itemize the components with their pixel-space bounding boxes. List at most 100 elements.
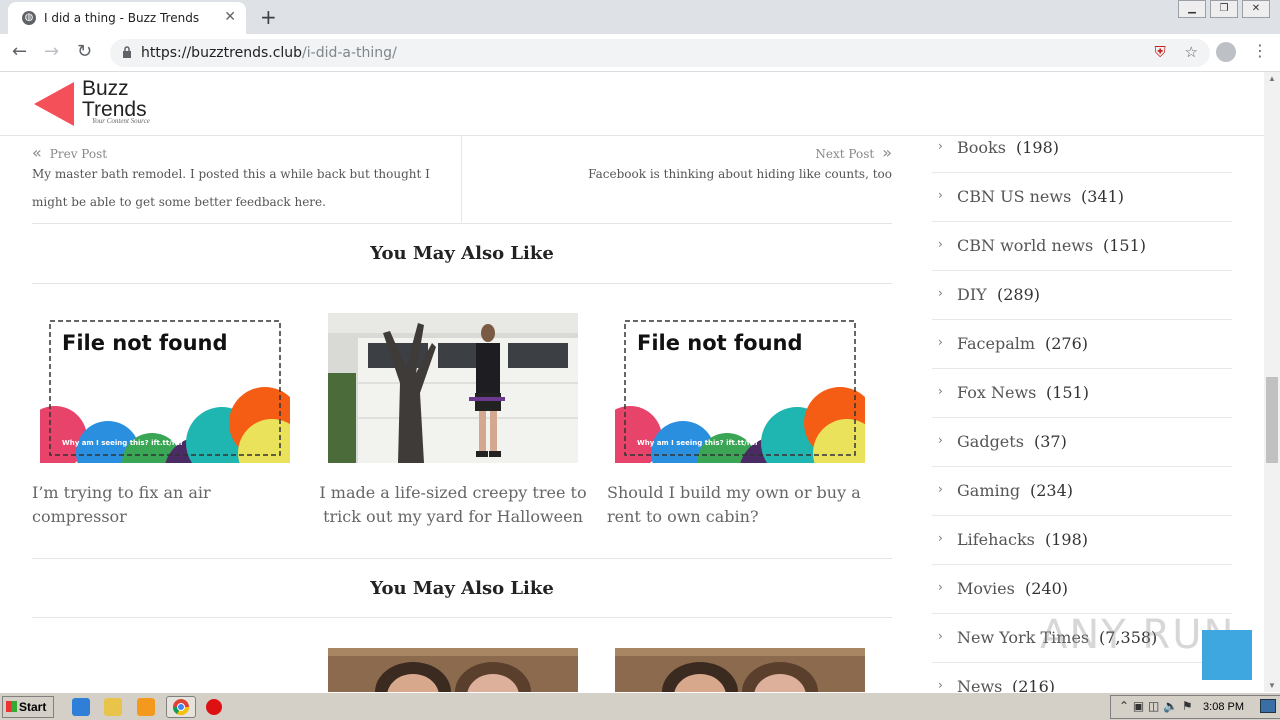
category-name[interactable]: DIY bbox=[957, 285, 987, 304]
category-count: (240) bbox=[1025, 579, 1069, 598]
file-not-found-subtext: Why am I seeing this? ift.tt/fnf bbox=[62, 439, 183, 447]
close-window-button[interactable]: ✕ bbox=[1242, 0, 1270, 18]
shield-icon[interactable]: ⛨ bbox=[1155, 43, 1166, 61]
next-post-title[interactable]: Facebook is thinking about hiding like c… bbox=[588, 160, 892, 188]
category-name[interactable]: News bbox=[957, 677, 1002, 692]
logo-triangle-icon[interactable] bbox=[34, 80, 78, 128]
chevron-right-icon: › bbox=[938, 433, 943, 447]
file-not-found-text: File not found bbox=[637, 331, 803, 355]
profile-avatar-icon[interactable] bbox=[1216, 42, 1236, 62]
scroll-thumb[interactable] bbox=[1266, 377, 1278, 463]
chevron-right-icon: › bbox=[938, 286, 943, 300]
restore-button[interactable]: ❐ bbox=[1210, 0, 1238, 18]
ie-icon[interactable] bbox=[72, 698, 90, 716]
site-header: Buzz Trends Your Content Source bbox=[0, 72, 1264, 136]
post-navigation: «Prev Post My master bath remodel. I pos… bbox=[32, 136, 892, 224]
tray-icons[interactable]: ⌃ ▣ ◫ 🔈 ⚑ bbox=[1119, 699, 1193, 713]
card-image-photo[interactable] bbox=[328, 648, 578, 692]
card-image-photo[interactable] bbox=[328, 313, 578, 463]
category-name[interactable]: CBN world news bbox=[957, 236, 1093, 255]
opera-icon[interactable] bbox=[206, 699, 222, 715]
menu-dots-icon[interactable]: ⋮ bbox=[1252, 41, 1268, 60]
category-count: (151) bbox=[1046, 383, 1090, 402]
category-count: (341) bbox=[1081, 187, 1125, 206]
category-name[interactable]: Fox News bbox=[957, 383, 1036, 402]
category-name[interactable]: Facepalm bbox=[957, 334, 1035, 353]
category-count: (234) bbox=[1030, 481, 1074, 500]
system-tray: ⌃ ▣ ◫ 🔈 ⚑ 3:08 PM bbox=[1110, 695, 1280, 719]
show-desktop-icon[interactable] bbox=[1260, 699, 1276, 713]
clock: 3:08 PM bbox=[1203, 701, 1244, 713]
windows-taskbar: Start ⌃ ▣ ◫ 🔈 ⚑ 3:08 PM bbox=[0, 692, 1280, 720]
url-text: https://buzztrends.club/i-did-a-thing/ bbox=[141, 45, 397, 61]
category-count: (37) bbox=[1034, 432, 1067, 451]
sidebar-category-item[interactable]: › Facepalm (276) bbox=[932, 320, 1232, 369]
chevron-right-icon: › bbox=[938, 580, 943, 594]
window-controls: ▁ ❐ ✕ bbox=[1174, 0, 1270, 18]
category-count: (289) bbox=[997, 285, 1041, 304]
globe-icon: ◍ bbox=[22, 11, 36, 25]
prev-post-title[interactable]: My master bath remodel. I posted this a … bbox=[32, 160, 452, 216]
category-name[interactable]: Gadgets bbox=[957, 432, 1024, 451]
card-title[interactable]: I’m trying to fix an air compressor bbox=[32, 481, 302, 529]
sidebar-category-item[interactable]: › CBN US news (341) bbox=[932, 173, 1232, 222]
chrome-taskbar-button[interactable] bbox=[166, 696, 196, 718]
site-tagline: Your Content Source bbox=[92, 117, 150, 125]
back-to-top-button[interactable] bbox=[1202, 630, 1252, 680]
post-nav-divider bbox=[461, 136, 462, 222]
scroll-down-icon[interactable]: ▼ bbox=[1268, 681, 1276, 690]
card-image[interactable]: File not found Why am I seeing this? ift… bbox=[40, 313, 290, 463]
back-arrow-icon[interactable]: ← bbox=[12, 41, 27, 62]
card-image-photo[interactable] bbox=[615, 648, 865, 692]
browser-tab-bar: ◍ I did a thing - Buzz Trends ✕ + ▁ ❐ ✕ bbox=[0, 0, 1280, 34]
page-scrollbar[interactable]: ▲ ▼ bbox=[1264, 72, 1280, 692]
category-name[interactable]: Books bbox=[957, 138, 1006, 157]
card-image[interactable]: File not found Why am I seeing this? ift… bbox=[615, 313, 865, 463]
category-name[interactable]: CBN US news bbox=[957, 187, 1071, 206]
category-count: (198) bbox=[1045, 530, 1089, 549]
category-count: (216) bbox=[1012, 677, 1056, 692]
windows-flag-icon bbox=[6, 701, 17, 712]
folder-icon[interactable] bbox=[104, 698, 122, 716]
card-title[interactable]: Should I build my own or buy a rent to o… bbox=[607, 481, 862, 529]
omnibox-icons: ⛨ ☆ bbox=[1155, 43, 1199, 61]
start-button[interactable]: Start bbox=[2, 696, 54, 718]
chevron-right-icon: › bbox=[938, 139, 943, 153]
address-bar[interactable]: https://buzztrends.club/i-did-a-thing/ ⛨… bbox=[110, 39, 1210, 67]
reload-icon[interactable]: ↻ bbox=[77, 41, 92, 62]
category-count: (151) bbox=[1103, 236, 1147, 255]
chevron-right-icon: › bbox=[938, 482, 943, 496]
chevron-right-icon: › bbox=[938, 188, 943, 202]
close-tab-icon[interactable]: ✕ bbox=[224, 9, 236, 25]
file-not-found-text: File not found bbox=[62, 331, 228, 355]
sidebar-category-item[interactable]: › Gaming (234) bbox=[932, 467, 1232, 516]
category-name[interactable]: Gaming bbox=[957, 481, 1020, 500]
category-count: (198) bbox=[1016, 138, 1060, 157]
minimize-button[interactable]: ▁ bbox=[1178, 0, 1206, 18]
star-icon[interactable]: ☆ bbox=[1185, 43, 1198, 61]
media-player-icon[interactable] bbox=[137, 698, 155, 716]
tab-title: I did a thing - Buzz Trends bbox=[44, 11, 200, 25]
file-not-found-subtext: Why am I seeing this? ift.tt/fnf bbox=[637, 439, 758, 447]
related-heading: You May Also Like bbox=[32, 558, 892, 618]
card-title[interactable]: I made a life-sized creepy tree to trick… bbox=[318, 481, 588, 529]
browser-tab[interactable]: ◍ I did a thing - Buzz Trends ✕ bbox=[8, 2, 246, 34]
sidebar-category-item[interactable]: › DIY (289) bbox=[932, 271, 1232, 320]
sidebar-category-item[interactable]: › Fox News (151) bbox=[932, 369, 1232, 418]
sidebar-category-item[interactable]: › News (216) bbox=[932, 663, 1232, 692]
chevron-right-icon: › bbox=[938, 237, 943, 251]
page-viewport: Buzz Trends Your Content Source «Prev Po… bbox=[0, 72, 1264, 692]
category-name[interactable]: Movies bbox=[957, 579, 1015, 598]
site-logo[interactable]: Buzz Trends bbox=[82, 78, 147, 120]
chevron-right-icon: › bbox=[938, 678, 943, 692]
forward-arrow-icon[interactable]: → bbox=[44, 41, 59, 62]
sidebar-category-item[interactable]: › Gadgets (37) bbox=[932, 418, 1232, 467]
sidebar-category-item[interactable]: › Lifehacks (198) bbox=[932, 516, 1232, 565]
chrome-icon bbox=[172, 699, 190, 716]
new-tab-button[interactable]: + bbox=[260, 5, 277, 29]
chevron-right-icon: › bbox=[938, 629, 943, 643]
sidebar-category-item[interactable]: › Movies (240) bbox=[932, 565, 1232, 614]
scroll-up-icon[interactable]: ▲ bbox=[1268, 74, 1276, 83]
sidebar-category-item[interactable]: › CBN world news (151) bbox=[932, 222, 1232, 271]
category-name[interactable]: Lifehacks bbox=[957, 530, 1035, 549]
